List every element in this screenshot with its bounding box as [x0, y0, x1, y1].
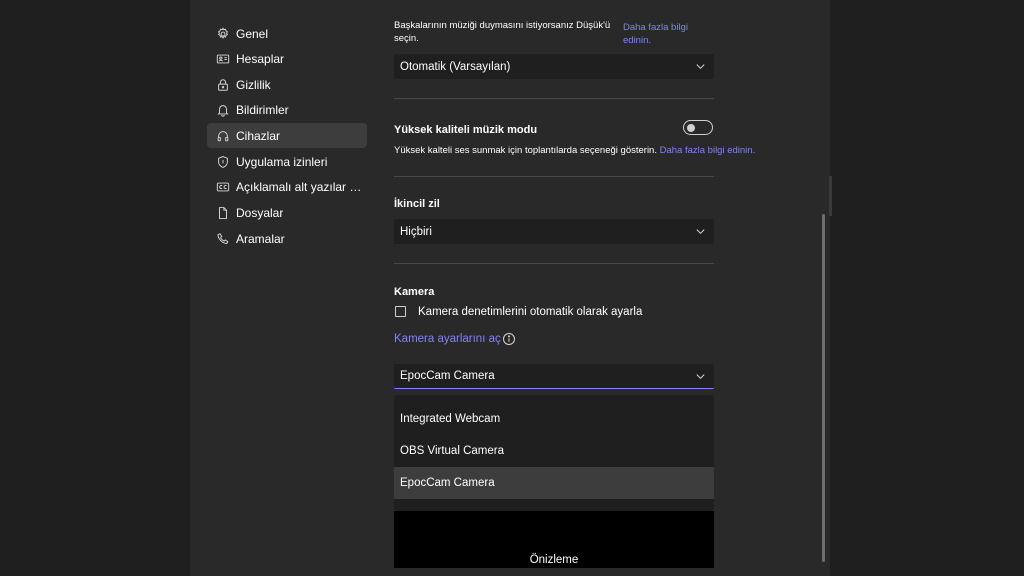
section-divider — [394, 98, 714, 99]
dropdown-value: EpocCam Camera — [400, 370, 495, 382]
noise-link-line: edinin. — [623, 35, 651, 46]
sidebar-item-hesaplar[interactable]: Hesaplar — [207, 46, 367, 71]
bell-icon — [216, 103, 230, 117]
camera-open-settings-link[interactable]: Kamera ayarlarını aç — [394, 333, 501, 345]
camera-auto-adjust-checkbox[interactable] — [395, 306, 406, 317]
headset-icon — [216, 129, 230, 143]
sidebar-item-dosyalar[interactable]: Dosyalar — [207, 200, 367, 225]
section-divider — [394, 263, 714, 264]
camera-title: Kamera — [394, 286, 435, 298]
sidebar-item-label: Cihazlar — [236, 128, 281, 143]
music-mode-description: Yüksek kalteli ses sunmak için toplantıl… — [394, 145, 657, 156]
outer-background-left — [0, 0, 190, 576]
menu-item-integrated-webcam[interactable]: Integrated Webcam — [394, 403, 714, 435]
sidebar-item-label: Aramalar — [236, 231, 285, 246]
cc-icon — [216, 180, 230, 194]
sidebar-item-label: Hesaplar — [236, 51, 285, 66]
music-mode-learn-more-link[interactable]: Daha fazla bilgi edinin. — [660, 145, 756, 156]
menu-item-epoccam-camera[interactable]: EpocCam Camera — [394, 467, 714, 499]
noise-link-line: Daha fazla bilgi — [623, 22, 688, 33]
gear-icon — [216, 26, 230, 41]
noise-description: Başkalarının müziği duymasını istiyorsan… — [394, 19, 624, 45]
shield-icon — [216, 155, 230, 169]
noise-description-line: Başkalarının müziği duymasını istiyorsan… — [394, 20, 611, 31]
secondary-ringer-title: İkincil zil — [394, 198, 440, 210]
music-mode-title: Yüksek kaliteli müzik modu — [394, 124, 538, 136]
camera-auto-adjust-label: Kamera denetimlerini otomatik olarak aya… — [418, 306, 643, 318]
noise-description-line: seçin. — [394, 33, 419, 44]
music-mode-toggle[interactable] — [683, 120, 713, 135]
menu-item-obs-virtual-camera[interactable]: OBS Virtual Camera — [394, 435, 714, 467]
sidebar-item-label: Uygulama izinleri — [236, 154, 328, 169]
chevron-down-icon — [695, 226, 706, 237]
lock-icon — [216, 78, 230, 92]
camera-options-menu: Integrated Webcam OBS Virtual Camera Epo… — [394, 395, 714, 511]
id-card-icon — [216, 52, 230, 66]
toggle-knob — [687, 123, 695, 132]
sidebar-item-aramalar[interactable]: Aramalar — [207, 226, 367, 251]
sidebar-item-label: Gizlilik — [236, 77, 271, 92]
sidebar-item-label: Dosyalar — [236, 205, 284, 220]
noise-learn-more-link[interactable]: Daha fazla bilgi edinin. — [623, 21, 688, 47]
sidebar-item-altyazilar[interactable]: Açıklamalı alt yazılar ve ... — [207, 174, 367, 199]
dropdown-value: Otomatik (Varsayılan) — [400, 60, 511, 73]
info-icon[interactable] — [502, 332, 516, 346]
file-icon — [216, 206, 230, 220]
dropdown-value: Hiçbiri — [400, 225, 432, 238]
scrollbar-thumb[interactable] — [822, 214, 825, 562]
music-mode-description-row: Yüksek kalteli ses sunmak için toplantıl… — [394, 144, 755, 157]
sidebar-item-uygulama-izinleri[interactable]: Uygulama izinleri — [207, 149, 367, 174]
camera-dropdown[interactable]: EpocCam Camera — [394, 364, 714, 389]
preview-label: Önizleme — [529, 554, 579, 566]
sidebar-item-genel[interactable]: Genel — [207, 21, 367, 46]
window-edge-indicator — [829, 176, 832, 216]
chevron-down-icon — [695, 61, 706, 72]
chevron-down-icon — [695, 371, 706, 382]
camera-preview: Önizleme — [394, 511, 714, 568]
noise-suppression-dropdown[interactable]: Otomatik (Varsayılan) — [394, 54, 714, 79]
sidebar-item-cihazlar[interactable]: Cihazlar — [207, 123, 367, 148]
sidebar-item-label: Bildirimler — [236, 102, 289, 117]
sidebar-item-bildirimler[interactable]: Bildirimler — [207, 97, 367, 122]
secondary-ringer-dropdown[interactable]: Hiçbiri — [394, 219, 714, 244]
sidebar-item-label: Genel — [236, 26, 269, 41]
sidebar-item-gizlilik[interactable]: Gizlilik — [207, 72, 367, 97]
phone-icon — [216, 232, 230, 246]
section-divider — [394, 176, 714, 177]
sidebar-item-label: Açıklamalı alt yazılar ve ... — [236, 179, 364, 194]
outer-background-right — [830, 0, 1024, 576]
